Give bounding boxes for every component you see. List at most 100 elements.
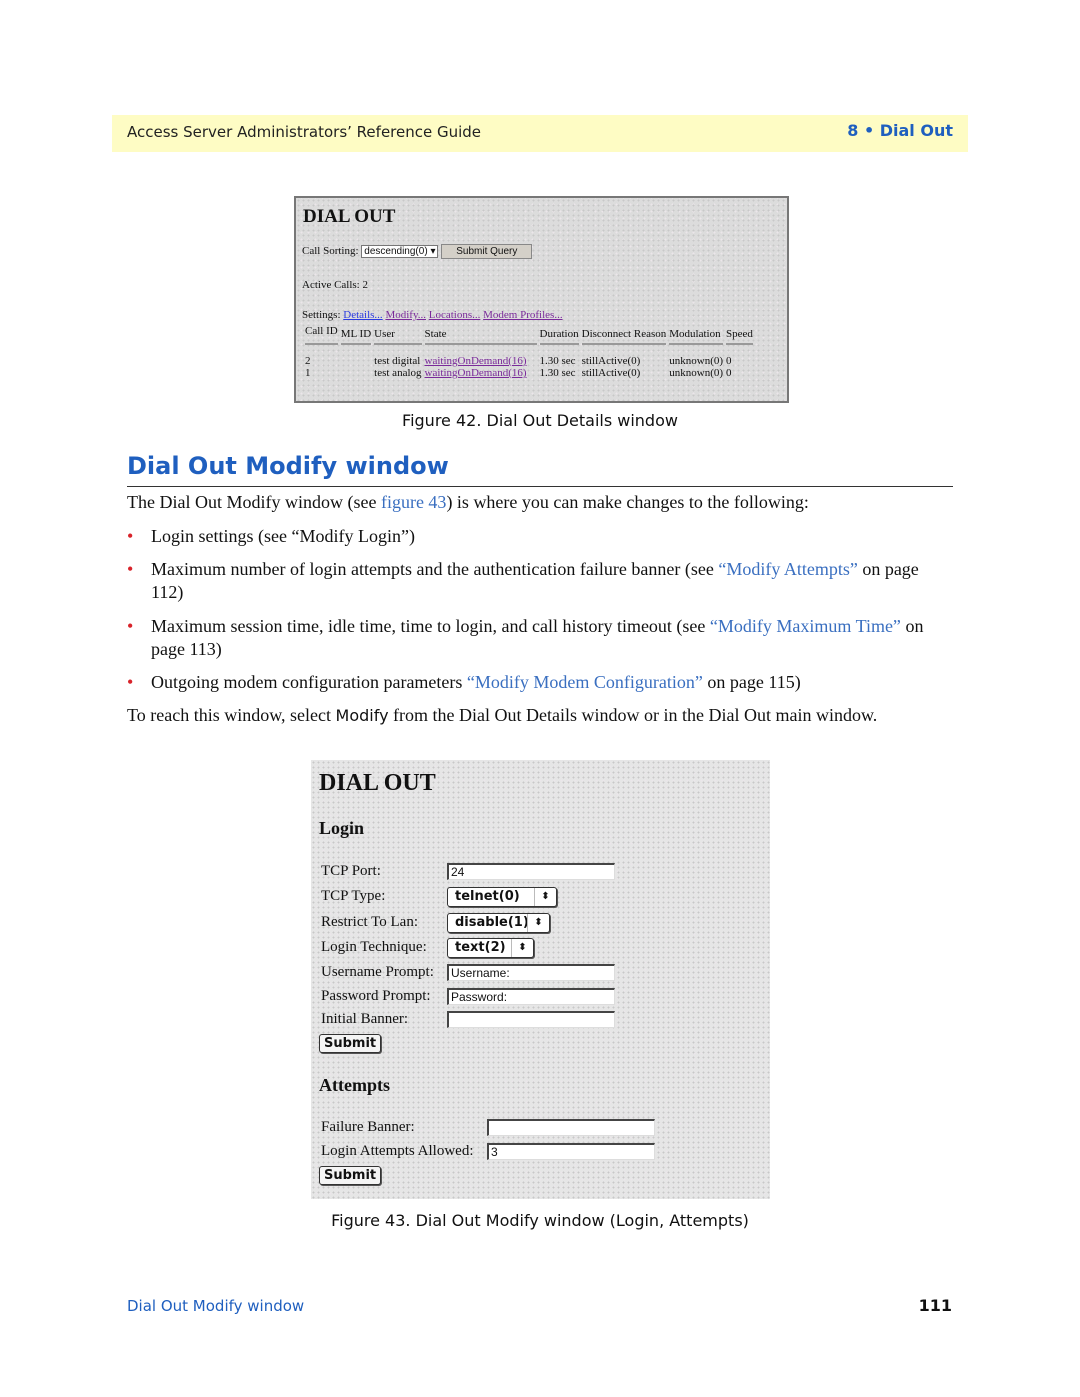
- cell: unknown(0): [669, 367, 724, 379]
- modify-link[interactable]: Modify...: [385, 309, 426, 321]
- tcp-type-select[interactable]: telnet(0) ⬍: [447, 887, 557, 907]
- failure-banner-label: Failure Banner:: [321, 1119, 415, 1135]
- text: ) is where you can make changes to the f…: [446, 492, 809, 512]
- attempts-heading: Attempts: [319, 1075, 390, 1095]
- login-technique-label: Login Technique:: [321, 939, 427, 955]
- figure-42-screenshot: DIAL OUT Call Sorting: descending(0) ▾ S…: [294, 196, 789, 403]
- select-value: text(2): [455, 940, 506, 955]
- footer-section-title: Dial Out Modify window: [127, 1297, 305, 1315]
- intro-paragraph: The Dial Out Modify window (see figure 4…: [127, 491, 957, 514]
- bullet-icon: •: [127, 616, 134, 636]
- cell: stillActive(0): [581, 367, 641, 379]
- initial-banner-label: Initial Banner:: [321, 1011, 409, 1027]
- figure-42-caption: Figure 42. Dial Out Details window: [402, 411, 678, 430]
- cell: [341, 367, 371, 379]
- bullet-item: • Outgoing modem configuration parameters…: [127, 671, 951, 694]
- select-value: telnet(0): [455, 889, 520, 904]
- modify-modem-configuration-link[interactable]: “Modify Modem Configuration”: [467, 672, 703, 692]
- login-submit-button[interactable]: Submit: [319, 1034, 382, 1053]
- text: Maximum session time, idle time, time to…: [151, 616, 710, 636]
- bullet-icon: •: [127, 672, 134, 692]
- cell: 2: [305, 355, 311, 367]
- select-value: disable(1): [455, 915, 529, 930]
- modify-attempts-link[interactable]: “Modify Attempts”: [718, 559, 857, 579]
- bullet-icon: •: [127, 559, 134, 579]
- cell: stillActive(0): [581, 355, 641, 367]
- submit-query-button[interactable]: Submit Query: [441, 244, 533, 259]
- text: from the Dial Out Details window or in t…: [388, 705, 878, 725]
- attempts-submit-button[interactable]: Submit: [319, 1166, 382, 1185]
- figure-43-screenshot: DIAL OUT Login TCP Port: 24 TCP Type: te…: [311, 760, 770, 1199]
- column-header: Disconnect Reason: [581, 325, 667, 345]
- figure-43-link[interactable]: figure 43: [381, 492, 446, 512]
- running-header: Access Server Administrators’ Reference …: [112, 115, 968, 152]
- bullet-icon: •: [127, 526, 134, 546]
- table-header-row: Call ID ML ID User State Duration Discon…: [305, 325, 753, 345]
- failure-banner-input[interactable]: [487, 1119, 655, 1136]
- locations-link[interactable]: Locations...: [429, 309, 481, 321]
- column-header: Duration: [539, 325, 579, 345]
- cell: test analog: [374, 367, 422, 379]
- login-heading: Login: [319, 818, 365, 838]
- text: The Dial Out Modify window (see: [127, 492, 381, 512]
- login-technique-select[interactable]: text(2) ⬍: [447, 938, 534, 958]
- restrict-to-lan-label: Restrict To Lan:: [321, 914, 418, 930]
- chapter-title: 8 • Dial Out: [847, 121, 953, 140]
- modify-maximum-time-link[interactable]: “Modify Maximum Time”: [710, 616, 901, 636]
- cell: 1.30 sec: [539, 367, 576, 379]
- cell: [341, 345, 371, 367]
- cell: unknown(0): [669, 355, 724, 367]
- login-attempts-allowed-input[interactable]: 3: [487, 1143, 655, 1160]
- bullet-item: • Login settings (see “Modify Login”): [127, 525, 951, 548]
- text: To reach this window, select: [127, 705, 336, 725]
- cell: test digital: [374, 355, 421, 367]
- modify-term: Modify: [335, 706, 389, 725]
- password-prompt-input[interactable]: Password:: [447, 988, 615, 1005]
- column-header: State: [424, 325, 537, 345]
- state-link[interactable]: waitingOnDemand(16): [425, 355, 527, 367]
- guide-title: Access Server Administrators’ Reference …: [127, 123, 482, 141]
- outro-paragraph: To reach this window, select Modify from…: [127, 704, 957, 727]
- dropdown-arrow-icon: ▾: [430, 246, 436, 257]
- state-link[interactable]: waitingOnDemand(16): [425, 367, 527, 379]
- bullet-item: • Maximum session time, idle time, time t…: [127, 615, 951, 661]
- username-prompt-label: Username Prompt:: [321, 964, 434, 980]
- cell: 1: [305, 367, 311, 379]
- bullet-item: • Maximum number of login attempts and th…: [127, 558, 951, 604]
- details-link[interactable]: Details...: [343, 309, 382, 321]
- column-header: Speed: [726, 325, 753, 345]
- active-calls: Active Calls: 2: [302, 279, 368, 291]
- tcp-port-input[interactable]: 24: [447, 863, 615, 880]
- call-sorting-select[interactable]: descending(0) ▾: [361, 245, 439, 258]
- call-sorting-label: Call Sorting:: [302, 245, 359, 257]
- modem-profiles-link[interactable]: Modem Profiles...: [483, 309, 562, 321]
- login-attempts-allowed-label: Login Attempts Allowed:: [321, 1143, 474, 1159]
- tcp-port-label: TCP Port:: [321, 863, 381, 879]
- cell: 1.30 sec: [539, 355, 576, 367]
- column-header: ML ID: [340, 325, 372, 345]
- restrict-to-lan-select[interactable]: disable(1) ⬍: [447, 913, 550, 933]
- initial-banner-input[interactable]: [447, 1011, 615, 1028]
- stepper-arrows-icon: ⬍: [534, 888, 556, 906]
- stepper-arrows-icon: ⬍: [527, 914, 549, 932]
- cell: 0: [726, 355, 732, 367]
- page-number: 111: [918, 1296, 952, 1315]
- text: Outgoing modem configuration parameters: [151, 672, 467, 692]
- text: Login settings (see “Modify Login”): [151, 526, 415, 546]
- column-header: Modulation: [669, 325, 724, 345]
- heading-rule: [127, 486, 953, 487]
- column-header: Call ID: [305, 325, 338, 345]
- window-title: DIAL OUT: [303, 206, 396, 227]
- username-prompt-input[interactable]: Username:: [447, 964, 615, 981]
- password-prompt-label: Password Prompt:: [321, 988, 431, 1004]
- text: Maximum number of login attempts and the…: [151, 559, 719, 579]
- tcp-type-label: TCP Type:: [321, 888, 386, 904]
- table-row: 1 test analog waitingOnDemand(16) 1.30 sec s…: [305, 367, 753, 379]
- settings-label: Settings:: [302, 309, 341, 321]
- section-heading: Dial Out Modify window: [127, 452, 449, 480]
- table-row: 2 test digital waitingOnDemand(16) 1.30 sec…: [305, 345, 753, 367]
- window-title: DIAL OUT: [319, 770, 436, 796]
- stepper-arrows-icon: ⬍: [511, 939, 533, 957]
- calls-table: Call ID ML ID User State Duration Discon…: [302, 325, 756, 379]
- text: on page 115): [702, 672, 801, 692]
